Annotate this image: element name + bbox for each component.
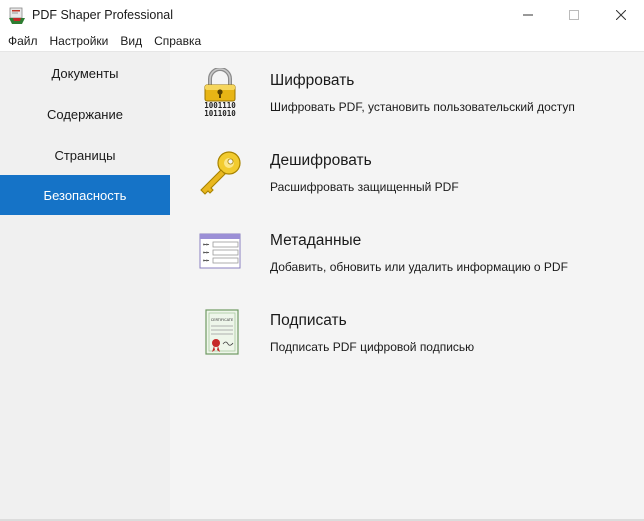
sidebar-item-security[interactable]: Безопасность	[0, 175, 170, 215]
sidebar-item-documents[interactable]: Документы	[0, 53, 170, 93]
menu-settings[interactable]: Настройки	[44, 31, 115, 51]
feature-metadata-desc: Добавить, обновить или удалить информаци…	[270, 260, 568, 274]
key-icon	[196, 148, 244, 200]
window-title: PDF Shaper Professional	[32, 8, 174, 22]
menu-bar: Файл Настройки Вид Справка	[0, 31, 644, 51]
feature-encrypt-title: Шифровать	[270, 72, 355, 89]
title-bar: PDF Shaper Professional	[0, 0, 644, 31]
feature-encrypt[interactable]: 1001110 1011010 Шифровать Шифровать PDF,…	[190, 67, 630, 132]
feature-encrypt-desc: Шифровать PDF, установить пользовательск…	[270, 100, 575, 114]
close-button[interactable]	[598, 0, 644, 31]
feature-sign[interactable]: CERTIFICATE Подписать Подписать PDF цифр…	[190, 308, 630, 372]
sidebar: Документы Содержание Страницы Безопаснос…	[0, 52, 170, 521]
close-icon	[615, 7, 627, 25]
certificate-text: CERTIFICATE	[211, 318, 234, 322]
feature-metadata-title: Метаданные	[270, 232, 362, 249]
feature-decrypt[interactable]: Дешифровать Расшифровать защищенный PDF	[190, 148, 630, 212]
padlock-icon: 1001110 1011010	[196, 67, 244, 120]
maximize-icon	[569, 7, 579, 25]
certificate-icon: CERTIFICATE	[196, 308, 244, 360]
pdf-shaper-icon[interactable]	[8, 7, 26, 25]
maximize-button[interactable]	[551, 0, 597, 31]
security-panel: 1001110 1011010 Шифровать Шифровать PDF,…	[170, 52, 644, 521]
metadata-icon	[196, 228, 244, 280]
feature-decrypt-title: Дешифровать	[270, 152, 372, 169]
menu-help[interactable]: Справка	[148, 31, 207, 51]
binary-text-2: 1011010	[204, 109, 236, 118]
feature-sign-desc: Подписать PDF цифровой подписью	[270, 340, 475, 354]
feature-sign-title: Подписать	[270, 312, 347, 329]
menu-view[interactable]: Вид	[114, 31, 148, 51]
menu-file[interactable]: Файл	[2, 31, 44, 51]
feature-metadata[interactable]: Метаданные Добавить, обновить или удалит…	[190, 228, 630, 292]
feature-decrypt-desc: Расшифровать защищенный PDF	[270, 180, 459, 194]
sidebar-item-pages[interactable]: Страницы	[0, 135, 170, 175]
minimize-button[interactable]	[505, 0, 551, 31]
sidebar-item-contents[interactable]: Содержание	[0, 94, 170, 134]
minimize-icon	[523, 7, 533, 25]
